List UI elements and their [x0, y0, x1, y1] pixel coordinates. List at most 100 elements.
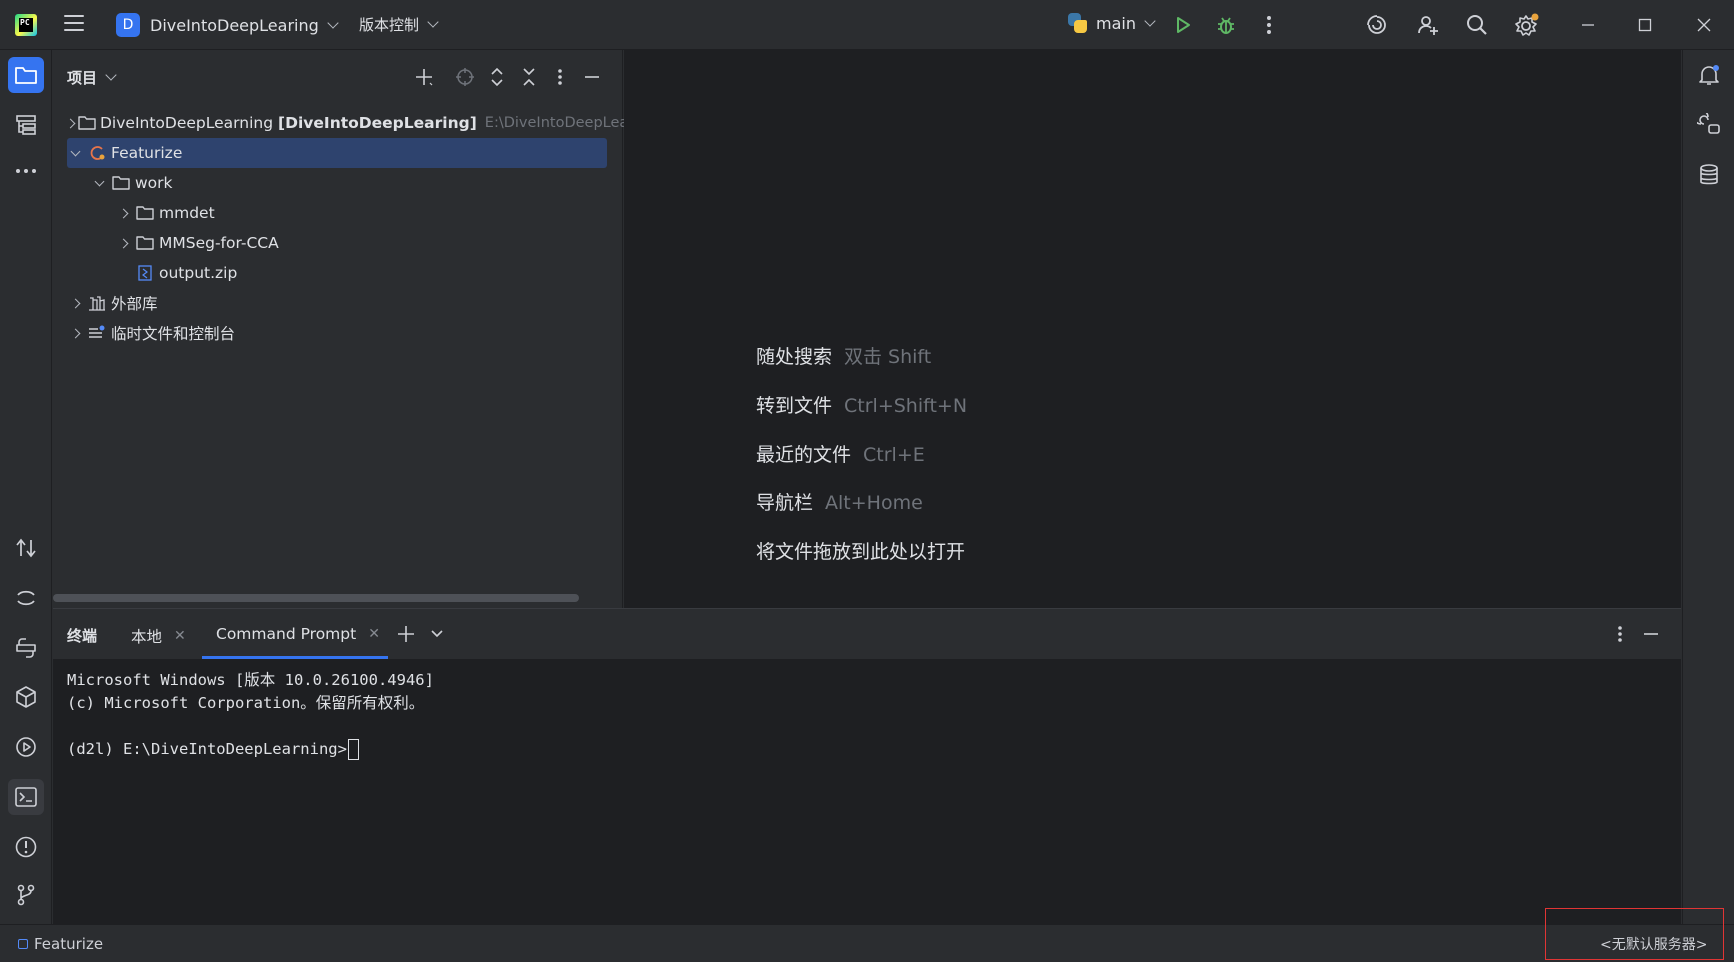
- tree-item-mmdet[interactable]: mmdet: [115, 198, 607, 228]
- run-circle-icon: [16, 737, 36, 757]
- git-tool-button[interactable]: [8, 877, 44, 913]
- project-panel-header: 项目: [53, 50, 623, 104]
- pycharm-logo-icon: PC: [15, 14, 37, 36]
- warning-circle-icon: [15, 836, 37, 858]
- vcs-menu[interactable]: 版本控制: [359, 14, 439, 35]
- tab-command-prompt[interactable]: Command Prompt ✕: [216, 625, 380, 643]
- debug-button[interactable]: [1213, 12, 1239, 38]
- tree-item-module-name: [DiveIntoDeepLearing]: [278, 114, 477, 132]
- horizontal-scrollbar[interactable]: [53, 594, 579, 602]
- more-vertical-icon: [1267, 16, 1271, 34]
- chevron-down-icon: [427, 16, 439, 28]
- project-badge: D: [116, 13, 140, 37]
- plus-icon: [416, 69, 433, 86]
- search-everywhere-button[interactable]: [1464, 12, 1490, 38]
- project-panel: 项目 DiveIntoDeepLearning [DiveIntoDeepLea…: [53, 50, 643, 608]
- gear-icon: [1515, 13, 1539, 36]
- ai-assistant-button[interactable]: [1364, 12, 1390, 38]
- folder-icon: [111, 174, 131, 192]
- chevron-down-icon: [1144, 14, 1156, 27]
- close-window-button[interactable]: [1689, 10, 1719, 40]
- close-tab-icon[interactable]: ✕: [174, 628, 186, 644]
- project-tool-button[interactable]: [8, 57, 44, 93]
- problems-tool-button[interactable]: [8, 829, 44, 865]
- commit-tool-button[interactable]: [8, 530, 44, 566]
- new-terminal-button[interactable]: [394, 622, 418, 646]
- editor-empty-area[interactable]: 随处搜索 双击 Shift 转到文件 Ctrl+Shift+N 最近的文件 Ctrl+…: [624, 50, 1681, 608]
- status-breadcrumb[interactable]: Featurize: [18, 935, 103, 953]
- tree-item-label: Featurize: [111, 144, 183, 162]
- chevron-right-icon[interactable]: [115, 205, 131, 221]
- default-server-widget[interactable]: <无默认服务器>: [1600, 934, 1707, 954]
- expand-all-button[interactable]: [485, 65, 509, 89]
- collapse-all-button[interactable]: [517, 65, 541, 89]
- hide-panel-button[interactable]: [580, 65, 604, 89]
- hide-terminal-button[interactable]: [1639, 622, 1663, 646]
- terminal-dropdown-button[interactable]: [425, 622, 449, 646]
- run-tool-button[interactable]: [8, 729, 44, 765]
- locate-file-button[interactable]: [453, 65, 477, 89]
- more-actions-button[interactable]: [1256, 12, 1282, 38]
- tree-item-output-zip[interactable]: output.zip: [115, 258, 607, 288]
- chevron-right-icon[interactable]: [67, 115, 74, 131]
- terminal-icon: [15, 787, 37, 807]
- chevron-down-icon[interactable]: [91, 175, 107, 191]
- terminal-options-button[interactable]: [1608, 622, 1632, 646]
- terminal-prompt-line: (d2l) E:\DiveIntoDeepLearning>: [67, 738, 434, 761]
- tree-item-work[interactable]: work: [91, 168, 607, 198]
- tree-item-external-libraries[interactable]: 外部库: [67, 288, 607, 318]
- project-view-selector[interactable]: 项目: [67, 67, 117, 88]
- sync-arrows-icon: [16, 538, 36, 558]
- notifications-button[interactable]: [1691, 57, 1727, 93]
- tree-item-featurize[interactable]: Featurize: [67, 138, 607, 168]
- python-packages-button[interactable]: [8, 679, 44, 715]
- tree-item-mmseg[interactable]: MMSeg-for-CCA: [115, 228, 607, 258]
- terminal-tab-bar: 终端 本地 ✕ Command Prompt ✕: [53, 609, 1681, 659]
- terminal-tool-button[interactable]: [8, 779, 44, 815]
- chevron-right-icon[interactable]: [115, 235, 131, 251]
- left-tool-strip: [0, 50, 52, 924]
- run-config-selector[interactable]: main: [1066, 12, 1156, 34]
- terminal-prompt: (d2l) E:\DiveIntoDeepLearning>: [67, 740, 347, 758]
- chevron-right-icon[interactable]: [67, 295, 83, 311]
- main-menu-button[interactable]: [64, 15, 84, 33]
- scratches-icon: [87, 324, 107, 342]
- new-file-button[interactable]: [412, 65, 436, 89]
- minimize-window-button[interactable]: [1573, 10, 1603, 40]
- search-icon: [1467, 15, 1487, 35]
- more-tools-button[interactable]: [8, 153, 44, 189]
- database-button[interactable]: [1691, 157, 1727, 193]
- chevron-down-icon[interactable]: [67, 145, 83, 161]
- project-switcher[interactable]: D DiveIntoDeepLearing: [116, 12, 339, 38]
- run-button[interactable]: [1170, 12, 1196, 38]
- python-icon: [1066, 12, 1088, 34]
- play-icon: [1177, 17, 1190, 33]
- python-console-button[interactable]: [8, 630, 44, 666]
- chevron-right-icon[interactable]: [67, 325, 83, 341]
- status-bar: Featurize: [0, 924, 1734, 962]
- module-icon: [18, 939, 28, 949]
- database-icon: [1700, 164, 1718, 185]
- minimize-icon: [1644, 633, 1658, 635]
- git-branch-icon: [17, 884, 35, 906]
- maximize-window-button[interactable]: [1630, 10, 1660, 40]
- tab-local[interactable]: 本地 ✕: [131, 625, 186, 647]
- tree-item-scratches[interactable]: 临时文件和控制台: [67, 318, 607, 348]
- more-horizontal-icon: [16, 169, 36, 173]
- close-icon: [1697, 18, 1711, 32]
- structure-tool-button[interactable]: [8, 107, 44, 143]
- terminal-output[interactable]: Microsoft Windows [版本 10.0.26100.4946] (c…: [67, 669, 434, 761]
- settings-button[interactable]: [1514, 12, 1540, 38]
- ai-chat-button[interactable]: [1691, 107, 1727, 143]
- more-vertical-icon: [558, 69, 562, 85]
- bug-icon: [1218, 17, 1234, 34]
- chevron-down-icon: [431, 630, 443, 638]
- panel-options-button[interactable]: [548, 65, 572, 89]
- expand-icon: [491, 67, 503, 87]
- tree-item-root[interactable]: DiveIntoDeepLearning [DiveIntoDeepLearin…: [67, 108, 643, 138]
- hint-recent-files: 最近的文件 Ctrl+E: [756, 444, 925, 466]
- services-tool-button[interactable]: [8, 580, 44, 616]
- code-with-me-button[interactable]: [1415, 12, 1441, 38]
- crosshair-icon: [456, 68, 474, 86]
- close-tab-icon[interactable]: ✕: [368, 626, 380, 642]
